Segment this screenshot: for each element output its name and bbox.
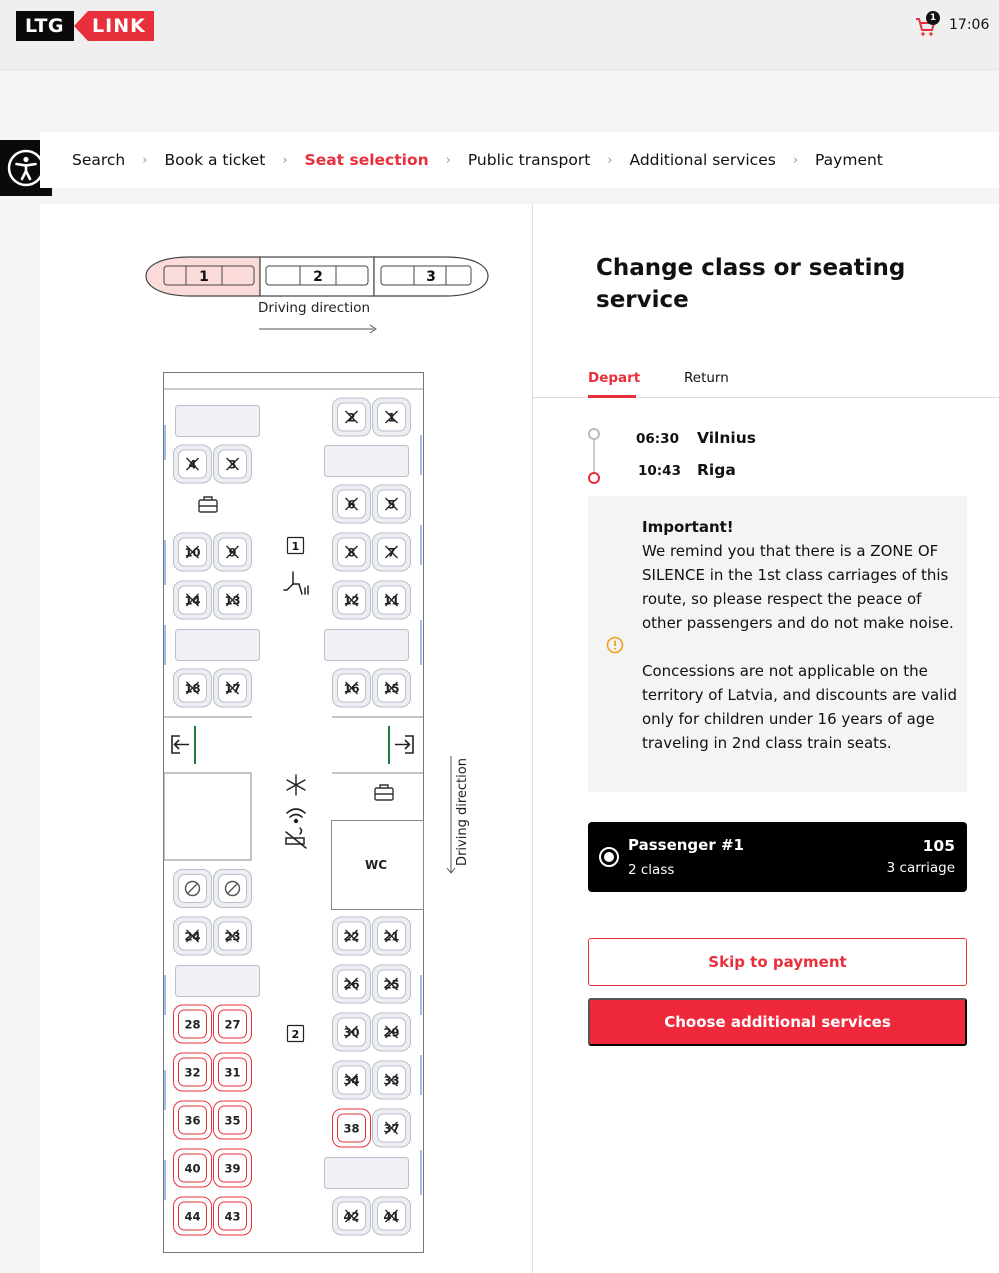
seat-available[interactable]: 38 xyxy=(332,1108,371,1148)
seat-taken: 16 xyxy=(332,668,371,708)
seat-available[interactable]: 44 xyxy=(173,1196,212,1236)
seat-taken: 1 xyxy=(372,397,411,437)
seat-taken: 33 xyxy=(372,1060,411,1100)
seat-number: 28 xyxy=(184,1018,200,1032)
seat-map: 1 2 WC Driving direction 214365109871413… xyxy=(163,372,470,1253)
seat-taken: 11 xyxy=(372,580,411,620)
seat-taken: 29 xyxy=(372,1012,411,1052)
seat-taken: 22 xyxy=(332,916,371,956)
seat-taken: 3 xyxy=(213,444,252,484)
unavailable-seat xyxy=(213,869,252,908)
seat-available[interactable]: 40 xyxy=(173,1148,212,1188)
seat-available[interactable]: 39 xyxy=(213,1148,252,1188)
seat-taken: 42 xyxy=(332,1196,371,1236)
seat-number: 35 xyxy=(224,1114,240,1128)
table xyxy=(324,445,409,477)
direction-arrow-down-icon xyxy=(446,756,456,874)
seat-taken: 25 xyxy=(372,964,411,1004)
seatmap-direction-label: Driving direction xyxy=(455,758,470,866)
table xyxy=(175,965,260,997)
seat-available[interactable]: 27 xyxy=(213,1004,252,1044)
seat-number: 32 xyxy=(184,1066,200,1080)
seat-taken: 7 xyxy=(372,532,411,572)
wc-label: WC xyxy=(365,858,387,872)
seat-number: 43 xyxy=(224,1210,240,1224)
table xyxy=(324,1157,409,1189)
seat-number: 36 xyxy=(184,1114,200,1128)
unavailable-seat xyxy=(173,869,212,908)
seat-taken: 9 xyxy=(213,532,252,572)
seat-taken: 24 xyxy=(173,916,212,956)
table xyxy=(324,629,409,661)
second-class-label: 2 xyxy=(292,1028,300,1041)
first-class-label: 1 xyxy=(292,540,300,553)
seat-taken: 26 xyxy=(332,964,371,1004)
seat-taken: 6 xyxy=(332,484,371,524)
seat-taken: 30 xyxy=(332,1012,371,1052)
seat-number: 40 xyxy=(184,1162,200,1176)
seat-taken: 15 xyxy=(372,668,411,708)
seat-number: 38 xyxy=(343,1122,359,1136)
seat-taken: 34 xyxy=(332,1060,371,1100)
seat-number: 39 xyxy=(224,1162,240,1176)
seat-taken: 37 xyxy=(372,1108,411,1148)
table xyxy=(175,629,260,661)
seat-available[interactable]: 43 xyxy=(213,1196,252,1236)
seat-taken: 23 xyxy=(213,916,252,956)
seat-taken: 8 xyxy=(332,532,371,572)
seat-number: 44 xyxy=(184,1210,200,1224)
seat-number: 31 xyxy=(224,1066,240,1080)
seat-taken: 4 xyxy=(173,444,212,484)
seat-taken: 14 xyxy=(173,580,212,620)
seat-taken: 13 xyxy=(213,580,252,620)
seat-taken: 12 xyxy=(332,580,371,620)
seat-available[interactable]: 35 xyxy=(213,1100,252,1140)
seat-number: 27 xyxy=(224,1018,240,1032)
table xyxy=(175,405,260,437)
seat-available[interactable]: 28 xyxy=(173,1004,212,1044)
seat-taken: 41 xyxy=(372,1196,411,1236)
seat-available[interactable]: 32 xyxy=(173,1052,212,1092)
seat-taken: 10 xyxy=(173,532,212,572)
seat-taken: 2 xyxy=(332,397,371,437)
seat-taken: 21 xyxy=(372,916,411,956)
seat-taken: 5 xyxy=(372,484,411,524)
seat-available[interactable]: 36 xyxy=(173,1100,212,1140)
seat-taken: 18 xyxy=(173,668,212,708)
seat-available[interactable]: 31 xyxy=(213,1052,252,1092)
seat-taken: 17 xyxy=(213,668,252,708)
